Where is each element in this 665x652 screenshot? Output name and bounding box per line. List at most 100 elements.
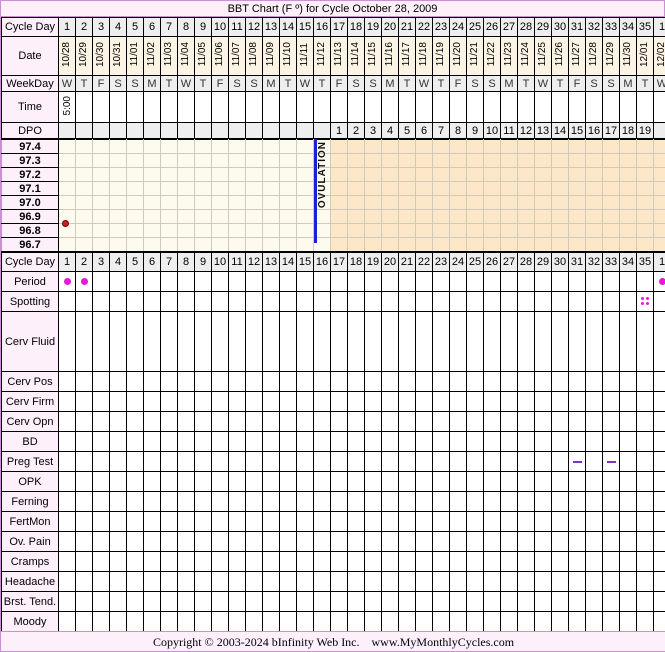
cramps-row-cell[interactable] (228, 551, 246, 572)
temperature-cell[interactable] (92, 195, 110, 210)
temperature-cell[interactable] (228, 167, 246, 182)
moody-row-cell[interactable] (517, 611, 535, 632)
bd-row-cell[interactable] (381, 431, 399, 452)
temperature-cell[interactable] (347, 195, 365, 210)
temperature-cell[interactable] (585, 223, 603, 238)
temperature-cell[interactable] (602, 209, 620, 224)
opk-row-cell[interactable] (313, 471, 331, 492)
cramps-row-cell[interactable] (194, 551, 212, 572)
spotting-row-cell[interactable] (517, 291, 535, 312)
bd-row-cell[interactable] (245, 431, 263, 452)
bd-row-cell[interactable] (466, 431, 484, 452)
cramps-row-cell[interactable] (177, 551, 195, 572)
temperature-cell[interactable] (262, 195, 280, 210)
temperature-cell[interactable] (500, 195, 518, 210)
temperature-cell[interactable] (330, 153, 348, 168)
ferning-row-cell[interactable] (415, 491, 433, 512)
temperature-cell[interactable] (415, 195, 433, 210)
temperature-cell[interactable] (296, 209, 314, 224)
time-cell[interactable] (534, 91, 552, 123)
temperature-cell[interactable] (585, 195, 603, 210)
temperature-cell[interactable] (568, 181, 586, 196)
moody-row-cell[interactable] (194, 611, 212, 632)
temperature-cell[interactable] (568, 153, 586, 168)
opk-row-cell[interactable] (262, 471, 280, 492)
temperature-cell[interactable] (177, 167, 195, 182)
temperature-cell[interactable] (449, 209, 467, 224)
brst-tend-row-cell[interactable] (75, 591, 93, 612)
temperature-cell[interactable] (534, 209, 552, 224)
ov-pain-row-cell[interactable] (92, 531, 110, 552)
temperature-cell[interactable] (58, 181, 76, 196)
cramps-row-cell[interactable] (619, 551, 637, 572)
temperature-cell[interactable] (364, 181, 382, 196)
ferning-row-cell[interactable] (211, 491, 229, 512)
cerv-opn-row-cell[interactable] (568, 411, 586, 432)
temperature-cell[interactable] (602, 153, 620, 168)
temperature-cell[interactable] (313, 209, 331, 224)
cerv-firm-row-cell[interactable] (585, 391, 603, 412)
moody-row-cell[interactable] (551, 611, 569, 632)
temperature-cell[interactable] (636, 237, 654, 252)
ov-pain-row-cell[interactable] (75, 531, 93, 552)
ferning-row-cell[interactable] (347, 491, 365, 512)
cramps-row-cell[interactable] (653, 551, 665, 572)
temperature-cell[interactable] (364, 139, 382, 154)
fertmon-row-cell[interactable] (364, 511, 382, 532)
temperature-cell[interactable] (517, 167, 535, 182)
ov-pain-row-cell[interactable] (551, 531, 569, 552)
temperature-cell[interactable] (109, 139, 127, 154)
moody-row-cell[interactable] (177, 611, 195, 632)
temperature-cell[interactable] (279, 139, 297, 154)
opk-row-cell[interactable] (500, 471, 518, 492)
brst-tend-row-cell[interactable] (279, 591, 297, 612)
headache-row-cell[interactable] (296, 571, 314, 592)
fertmon-row-cell[interactable] (211, 511, 229, 532)
temperature-cell[interactable] (364, 167, 382, 182)
ov-pain-row-cell[interactable] (313, 531, 331, 552)
opk-row-cell[interactable] (534, 471, 552, 492)
brst-tend-row-cell[interactable] (534, 591, 552, 612)
fertmon-row-cell[interactable] (432, 511, 450, 532)
bd-row-cell[interactable] (109, 431, 127, 452)
moody-row-cell[interactable] (653, 611, 665, 632)
temperature-cell[interactable] (636, 153, 654, 168)
cerv-pos-row-cell[interactable] (109, 371, 127, 392)
brst-tend-row-cell[interactable] (500, 591, 518, 612)
cerv-pos-row-cell[interactable] (653, 371, 665, 392)
temperature-cell[interactable] (517, 181, 535, 196)
cerv-opn-row-cell[interactable] (58, 411, 76, 432)
headache-row-cell[interactable] (602, 571, 620, 592)
cerv-firm-row-cell[interactable] (653, 391, 665, 412)
cramps-row-cell[interactable] (279, 551, 297, 572)
time-cell[interactable] (296, 91, 314, 123)
spotting-row-cell[interactable] (92, 291, 110, 312)
headache-row-cell[interactable] (500, 571, 518, 592)
cramps-row-cell[interactable] (602, 551, 620, 572)
temperature-cell[interactable] (415, 139, 433, 154)
time-cell[interactable] (245, 91, 263, 123)
ferning-row-cell[interactable] (636, 491, 654, 512)
cerv-pos-row-cell[interactable] (619, 371, 637, 392)
cerv-firm-row-cell[interactable] (381, 391, 399, 412)
cerv-fluid-row-cell[interactable] (551, 311, 569, 372)
cerv-pos-row-cell[interactable] (177, 371, 195, 392)
bd-row-cell[interactable] (551, 431, 569, 452)
time-cell[interactable] (500, 91, 518, 123)
cerv-fluid-row-cell[interactable] (296, 311, 314, 372)
temperature-cell[interactable] (653, 167, 665, 182)
cerv-firm-row-cell[interactable] (534, 391, 552, 412)
temperature-cell[interactable] (109, 167, 127, 182)
headache-row-cell[interactable] (228, 571, 246, 592)
ov-pain-row-cell[interactable] (466, 531, 484, 552)
ferning-row-cell[interactable] (568, 491, 586, 512)
period-row-cell[interactable] (636, 271, 654, 292)
spotting-row-cell[interactable] (109, 291, 127, 312)
brst-tend-row-cell[interactable] (109, 591, 127, 612)
temperature-cell[interactable] (619, 209, 637, 224)
cerv-firm-row-cell[interactable] (75, 391, 93, 412)
headache-row-cell[interactable] (619, 571, 637, 592)
ferning-row-cell[interactable] (517, 491, 535, 512)
cerv-fluid-row-cell[interactable] (245, 311, 263, 372)
preg-test-row-cell[interactable] (517, 451, 535, 472)
